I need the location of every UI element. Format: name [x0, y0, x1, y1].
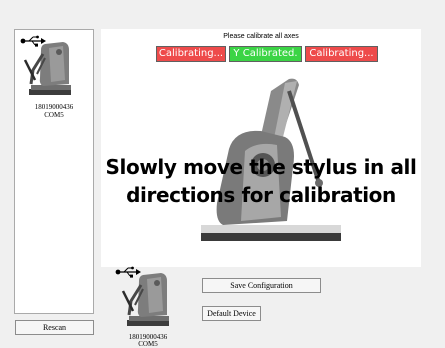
haptic-device-image [23, 42, 71, 95]
calibration-title: Please calibrate all axes [223, 33, 299, 40]
axis-status-z: Calibrating... [305, 46, 378, 62]
axis-status-x: Calibrating... [156, 46, 226, 62]
rescan-button[interactable]: Rescan [15, 320, 94, 335]
instruction-line-2: directions for calibration [126, 183, 396, 207]
save-configuration-button[interactable]: Save Configuration [202, 278, 321, 293]
selected-device: 18019000436 COM5 [109, 265, 187, 348]
device-card[interactable]: 18019000436 COM5 [15, 30, 93, 150]
instruction-line-1: Slowly move the stylus in all [105, 155, 417, 179]
device-serial: 18019000436 [34, 103, 74, 111]
calibration-instruction: Slowly move the stylus in all directions… [101, 153, 421, 209]
device-list[interactable]: 18019000436 COM5 [14, 29, 94, 314]
device-port: COM5 [44, 111, 64, 119]
calibration-panel: Please calibrate all axes Calibrating...… [101, 29, 421, 267]
top-strip [0, 0, 445, 22]
default-device-button[interactable]: Default Device [202, 306, 261, 321]
axis-status-y: Y Calibrated. [229, 46, 302, 62]
haptic-device-image [121, 273, 169, 326]
